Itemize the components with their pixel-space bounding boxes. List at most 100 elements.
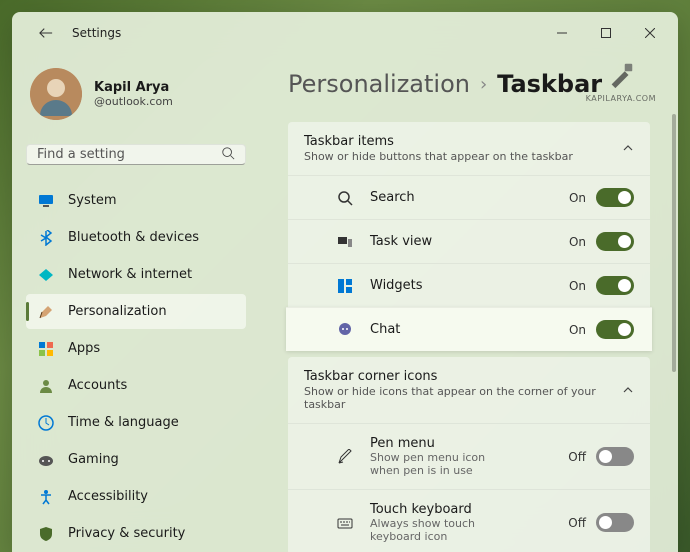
sidebar-item-label: Accessibility bbox=[68, 489, 148, 504]
setting-row-taskview[interactable]: Task view On bbox=[288, 219, 650, 263]
window-controls bbox=[540, 18, 672, 48]
maximize-icon bbox=[601, 28, 611, 38]
profile-email: @outlook.com bbox=[94, 95, 173, 108]
setting-row-search[interactable]: Search On bbox=[288, 175, 650, 219]
toggle-taskview[interactable] bbox=[596, 232, 634, 251]
main-content: KAPILARYA.COM Personalization › Taskbar … bbox=[260, 54, 678, 552]
panel-title: Taskbar items bbox=[304, 134, 573, 149]
sidebar-item-label: System bbox=[68, 193, 116, 208]
sidebar-item-accounts[interactable]: Accounts bbox=[26, 368, 246, 403]
setting-state: On bbox=[569, 235, 586, 249]
keyboard-icon bbox=[336, 514, 354, 532]
sidebar: Kapil Arya @outlook.com System Bluetooth… bbox=[12, 54, 260, 552]
sidebar-item-label: Apps bbox=[68, 341, 100, 356]
sidebar-item-label: Gaming bbox=[68, 452, 119, 467]
setting-state: Off bbox=[568, 516, 586, 530]
panel-header[interactable]: Taskbar items Show or hide buttons that … bbox=[288, 122, 650, 175]
setting-state: On bbox=[569, 323, 586, 337]
titlebar: Settings bbox=[12, 12, 678, 54]
toggle-chat[interactable] bbox=[596, 320, 634, 339]
minimize-icon bbox=[557, 28, 567, 38]
search-icon bbox=[221, 145, 235, 164]
nav-list: System Bluetooth & devices Network & int… bbox=[26, 183, 246, 552]
sidebar-item-label: Privacy & security bbox=[68, 526, 185, 541]
toggle-search[interactable] bbox=[596, 188, 634, 207]
toggle-pen[interactable] bbox=[596, 447, 634, 466]
search-input[interactable] bbox=[37, 147, 215, 162]
sidebar-item-label: Personalization bbox=[68, 304, 167, 319]
search-icon bbox=[336, 189, 354, 207]
scrollbar[interactable] bbox=[672, 114, 676, 544]
sidebar-item-label: Time & language bbox=[68, 415, 179, 430]
setting-desc: Show pen menu icon when pen is in use bbox=[370, 451, 510, 477]
sidebar-item-label: Network & internet bbox=[68, 267, 192, 282]
toggle-widgets[interactable] bbox=[596, 276, 634, 295]
toggle-touchkb[interactable] bbox=[596, 513, 634, 532]
desktop-icon bbox=[38, 193, 54, 209]
setting-row-pen[interactable]: Pen menu Show pen menu icon when pen is … bbox=[288, 423, 650, 489]
sidebar-item-gaming[interactable]: Gaming bbox=[26, 442, 246, 477]
hammer-icon bbox=[606, 60, 636, 90]
sidebar-item-personalization[interactable]: Personalization bbox=[26, 294, 246, 329]
shield-icon bbox=[38, 526, 54, 542]
setting-row-chat[interactable]: Chat On bbox=[286, 307, 652, 351]
back-button[interactable] bbox=[30, 17, 62, 49]
sidebar-item-label: Bluetooth & devices bbox=[68, 230, 199, 245]
setting-label: Search bbox=[370, 190, 415, 205]
apps-icon bbox=[38, 341, 54, 357]
clock-globe-icon bbox=[38, 415, 54, 431]
arrow-left-icon bbox=[39, 26, 53, 40]
watermark: KAPILARYA.COM bbox=[586, 60, 656, 103]
search-box[interactable] bbox=[26, 144, 246, 165]
close-icon bbox=[645, 28, 655, 38]
setting-label: Task view bbox=[370, 234, 432, 249]
body: Kapil Arya @outlook.com System Bluetooth… bbox=[12, 54, 678, 552]
widgets-icon bbox=[336, 277, 354, 295]
sidebar-item-system[interactable]: System bbox=[26, 183, 246, 218]
panel-corner-icons: Taskbar corner icons Show or hide icons … bbox=[288, 357, 650, 552]
setting-label: Touch keyboard bbox=[370, 502, 510, 517]
breadcrumb-parent[interactable]: Personalization bbox=[288, 70, 470, 98]
settings-window: Settings Kapil Arya @outlook.com bbox=[12, 12, 678, 552]
sidebar-item-time[interactable]: Time & language bbox=[26, 405, 246, 440]
wifi-icon bbox=[38, 267, 54, 283]
setting-label: Widgets bbox=[370, 278, 423, 293]
bluetooth-icon bbox=[38, 230, 54, 246]
gamepad-icon bbox=[38, 452, 54, 468]
minimize-button[interactable] bbox=[540, 18, 584, 48]
setting-row-touchkb[interactable]: Touch keyboard Always show touch keyboar… bbox=[288, 489, 650, 552]
window-title: Settings bbox=[72, 26, 121, 40]
setting-state: On bbox=[569, 279, 586, 293]
setting-desc: Always show touch keyboard icon bbox=[370, 517, 510, 543]
avatar bbox=[30, 68, 82, 120]
panel-taskbar-items: Taskbar items Show or hide buttons that … bbox=[288, 122, 650, 351]
sidebar-item-bluetooth[interactable]: Bluetooth & devices bbox=[26, 220, 246, 255]
panel-header[interactable]: Taskbar corner icons Show or hide icons … bbox=[288, 357, 650, 423]
setting-label: Chat bbox=[370, 322, 400, 337]
setting-label: Pen menu bbox=[370, 436, 510, 451]
sidebar-item-apps[interactable]: Apps bbox=[26, 331, 246, 366]
profile-info: Kapil Arya @outlook.com bbox=[94, 80, 173, 108]
chevron-right-icon: › bbox=[480, 74, 487, 95]
accessibility-icon bbox=[38, 489, 54, 505]
taskview-icon bbox=[336, 233, 354, 251]
setting-state: On bbox=[569, 191, 586, 205]
maximize-button[interactable] bbox=[584, 18, 628, 48]
setting-row-widgets[interactable]: Widgets On bbox=[288, 263, 650, 307]
sidebar-item-accessibility[interactable]: Accessibility bbox=[26, 479, 246, 514]
profile[interactable]: Kapil Arya @outlook.com bbox=[26, 62, 246, 134]
panel-subtitle: Show or hide icons that appear on the co… bbox=[304, 385, 622, 411]
paint-icon bbox=[38, 304, 54, 320]
sidebar-item-privacy[interactable]: Privacy & security bbox=[26, 516, 246, 551]
sidebar-item-network[interactable]: Network & internet bbox=[26, 257, 246, 292]
close-button[interactable] bbox=[628, 18, 672, 48]
profile-name: Kapil Arya bbox=[94, 80, 173, 95]
chat-icon bbox=[336, 321, 354, 339]
sidebar-item-label: Accounts bbox=[68, 378, 127, 393]
chevron-up-icon bbox=[622, 381, 634, 400]
pen-icon bbox=[336, 448, 354, 466]
chevron-up-icon bbox=[622, 139, 634, 158]
person-icon bbox=[38, 378, 54, 394]
setting-state: Off bbox=[568, 450, 586, 464]
panel-subtitle: Show or hide buttons that appear on the … bbox=[304, 150, 573, 163]
